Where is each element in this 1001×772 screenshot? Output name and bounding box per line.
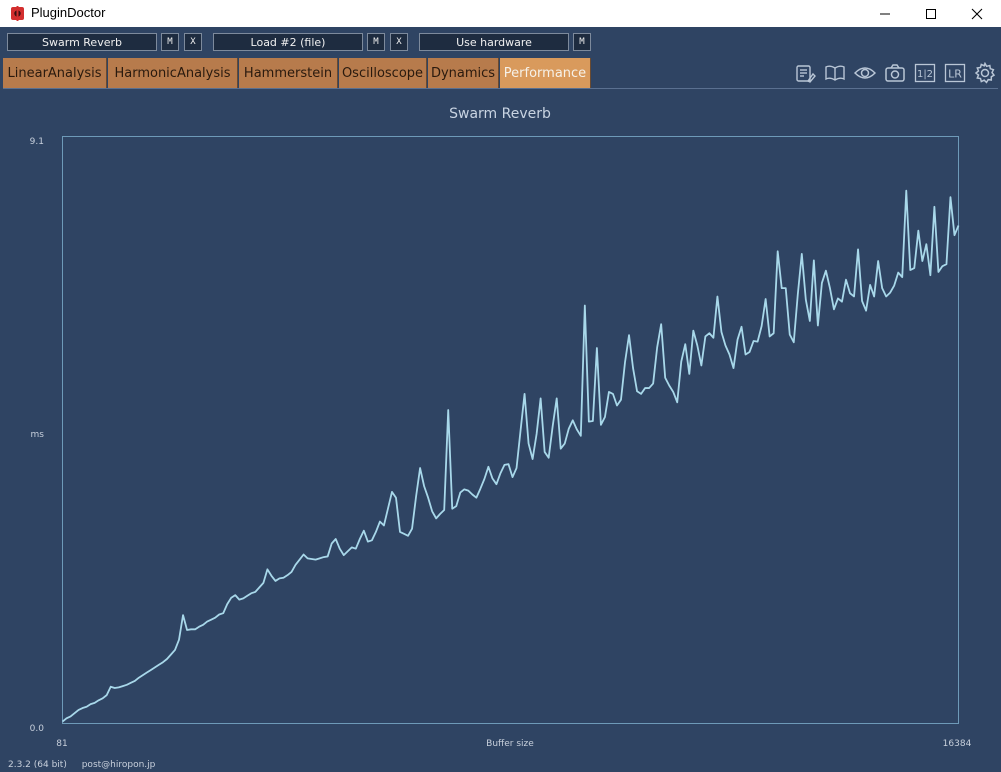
x-axis-min-label: 81 — [56, 739, 67, 749]
one-two-label: 1|2 — [917, 69, 933, 80]
app-logo-icon — [10, 6, 25, 21]
hardware-slot[interactable]: Use hardware — [419, 33, 569, 51]
minimize-icon — [880, 13, 890, 14]
status-footer: 2.3.2 (64 bit) post@hiropon.jp — [8, 760, 167, 770]
plugin-slot-2[interactable]: Load #2 (file) — [213, 33, 363, 51]
performance-chart: Swarm Reverb 9.1 0.0 ms 81 16384 Buffer … — [30, 106, 972, 749]
y-axis-max-label: 9.1 — [30, 137, 44, 147]
version-label: 2.3.2 (64 bit) — [8, 760, 67, 770]
slot-2-remove-button[interactable]: X — [390, 33, 408, 51]
plugin-slot-bar: Swarm Reverb M X Load #2 (file) M X Use … — [0, 27, 1001, 58]
plugin-slot-1[interactable]: Swarm Reverb — [7, 33, 157, 51]
slot-1-remove-button[interactable]: X — [184, 33, 202, 51]
book-icon[interactable] — [824, 62, 846, 84]
y-axis-label: ms — [31, 430, 45, 440]
tab-linear-analysis[interactable]: LinearAnalysis — [3, 58, 107, 88]
slot-2-mute-button[interactable]: M — [367, 33, 385, 51]
maximize-icon — [926, 8, 936, 19]
lr-icon[interactable]: LR — [944, 62, 966, 84]
slot-1-mute-button[interactable]: M — [161, 33, 179, 51]
lr-label: LR — [948, 68, 962, 81]
contact-email: post@hiropon.jp — [81, 760, 156, 770]
one-two-icon[interactable]: 1|2 — [914, 62, 936, 84]
camera-icon[interactable] — [884, 62, 906, 84]
close-button[interactable] — [954, 0, 1000, 27]
tab-harmonic-analysis[interactable]: HarmonicAnalysis — [108, 58, 238, 88]
tab-oscilloscope[interactable]: Oscilloscope — [339, 58, 427, 88]
title-bar: PluginDoctor — [0, 0, 1001, 27]
notes-icon[interactable] — [794, 62, 816, 84]
y-axis-min-label: 0.0 — [30, 724, 45, 734]
tab-hammerstein[interactable]: Hammerstein — [239, 58, 338, 88]
plot-area — [62, 136, 959, 724]
minimize-button[interactable] — [862, 0, 908, 27]
x-axis-label: Buffer size — [486, 739, 534, 749]
x-axis-max-label: 16384 — [943, 739, 972, 749]
tab-performance[interactable]: Performance — [500, 58, 591, 88]
window-title: PluginDoctor — [31, 5, 106, 20]
series-line-1 — [61, 189, 960, 723]
eye-icon[interactable] — [854, 62, 876, 84]
tab-dynamics[interactable]: Dynamics — [428, 58, 499, 88]
maximize-button[interactable] — [908, 0, 954, 27]
hardware-mute-button[interactable]: M — [573, 33, 591, 51]
chart-title: Swarm Reverb — [449, 106, 551, 122]
gear-icon[interactable] — [974, 62, 996, 84]
close-icon — [971, 8, 983, 19]
series-layer — [61, 189, 960, 723]
